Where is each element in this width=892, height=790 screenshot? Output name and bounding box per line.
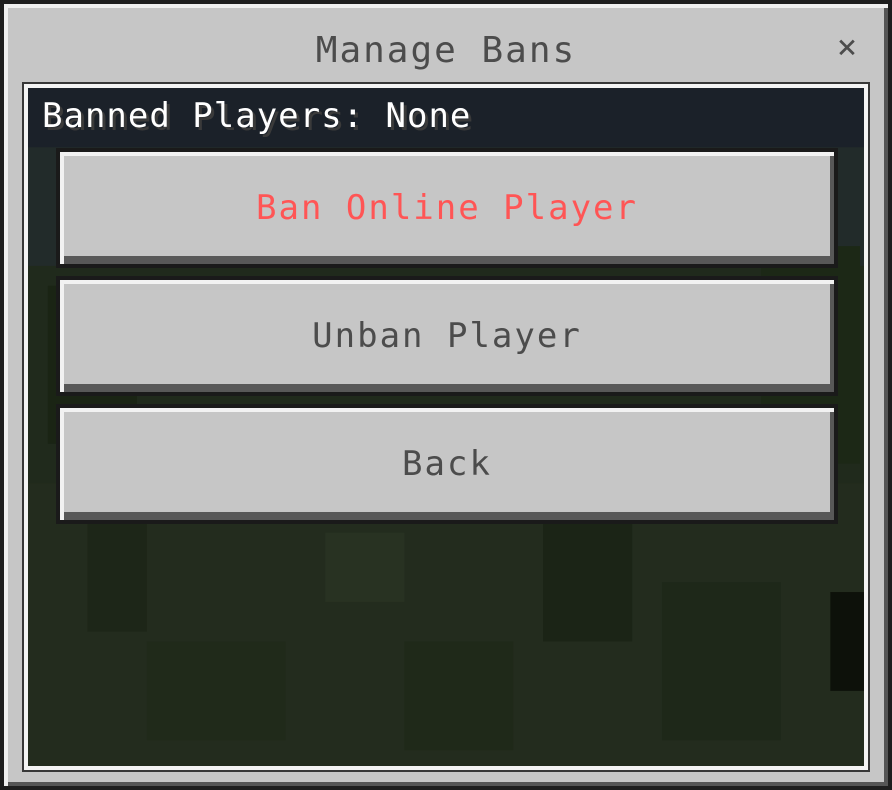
- back-button[interactable]: Back: [56, 404, 838, 524]
- dialog-title: Manage Bans: [315, 30, 577, 71]
- manage-bans-dialog: Manage Bans × Banned Players: None Ban O…: [0, 0, 892, 790]
- unban-player-button[interactable]: Unban Player: [56, 276, 838, 396]
- banned-players-label: Banned Players: None: [42, 96, 472, 136]
- ban-online-player-button[interactable]: Ban Online Player: [56, 148, 838, 268]
- close-icon[interactable]: ×: [830, 30, 864, 64]
- content-panel: Banned Players: None Ban Online Player U…: [22, 82, 870, 772]
